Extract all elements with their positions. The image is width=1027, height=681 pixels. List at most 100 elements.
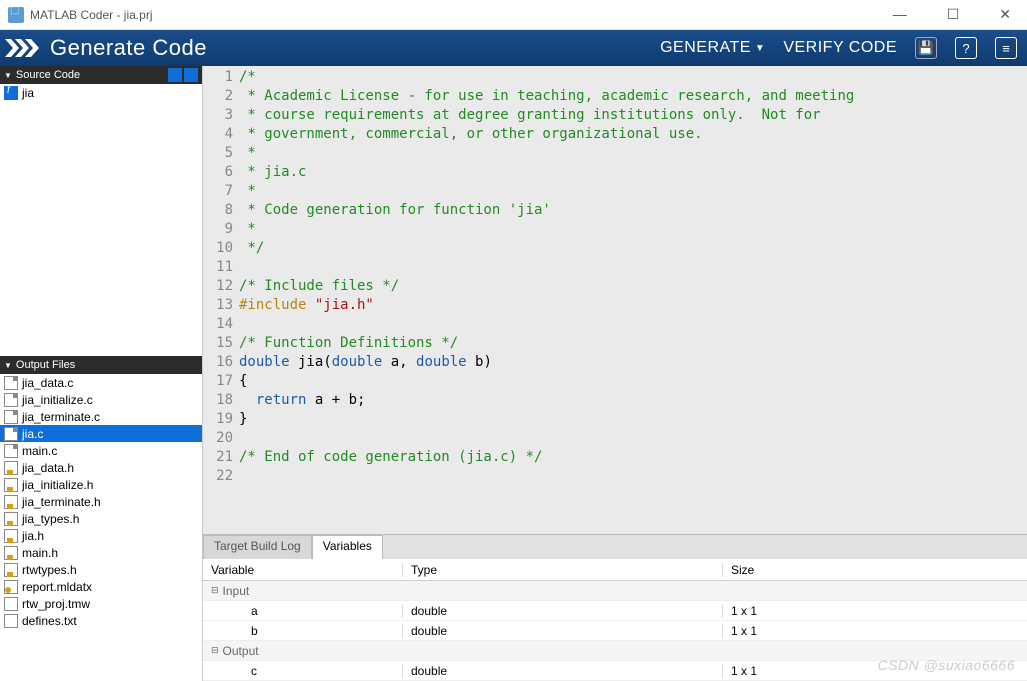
file-name: jia_data.h	[22, 461, 74, 475]
window-titlebar: MATLAB Coder - jia.prj — ☐ ✕	[0, 0, 1027, 30]
file-name: jia_initialize.c	[22, 393, 93, 407]
group-name: Output	[223, 644, 259, 658]
table-row[interactable]: bdouble1 x 1	[203, 621, 1027, 641]
file-name: jia_data.c	[22, 376, 73, 390]
collapse-toggle-icon[interactable]: ⊟	[211, 585, 219, 596]
close-button[interactable]: ✕	[991, 6, 1019, 23]
file-icon	[4, 461, 18, 475]
cell-size: 1 x 1	[723, 624, 1027, 638]
main-content: ▼ Source Code jia ▼ Output Files jia_dat…	[0, 66, 1027, 681]
page-title: Generate Code	[50, 35, 207, 61]
file-item[interactable]: defines.txt	[0, 612, 202, 629]
file-item[interactable]: jia_data.h	[0, 459, 202, 476]
file-name: jia_initialize.h	[22, 478, 93, 492]
menu-icon[interactable]: ≡	[995, 37, 1017, 59]
file-name: main.h	[22, 546, 58, 560]
file-item[interactable]: jia_data.c	[0, 374, 202, 391]
tab[interactable]: Variables	[312, 535, 383, 559]
minimize-button[interactable]: —	[885, 6, 915, 23]
cell-name: a	[203, 604, 403, 618]
watermark: CSDN @suxiao6666	[878, 657, 1015, 673]
column-header-variable[interactable]: Variable	[203, 563, 403, 577]
file-item[interactable]: main.c	[0, 442, 202, 459]
file-item[interactable]: jia_types.h	[0, 510, 202, 527]
help-icon[interactable]: ?	[955, 37, 977, 59]
file-icon	[4, 580, 18, 594]
table-header-row: Variable Type Size	[203, 559, 1027, 581]
file-name: main.c	[22, 444, 57, 458]
collapse-arrow-icon: ▼	[4, 71, 12, 80]
app-icon	[8, 7, 24, 23]
file-item[interactable]: jia_initialize.c	[0, 391, 202, 408]
cell-type: double	[403, 664, 723, 678]
file-name: jia_terminate.h	[22, 495, 101, 509]
file-icon	[4, 376, 18, 390]
file-item[interactable]: jia_initialize.h	[0, 476, 202, 493]
column-header-size[interactable]: Size	[723, 563, 1027, 577]
generate-button[interactable]: GENERATE ▼	[660, 39, 765, 57]
file-name: jia	[22, 86, 34, 100]
group-name: Input	[223, 584, 250, 598]
list-view-icon[interactable]	[168, 68, 182, 82]
column-header-type[interactable]: Type	[403, 563, 723, 577]
file-name: jia.c	[22, 427, 43, 441]
file-item[interactable]: rtw_proj.tmw	[0, 595, 202, 612]
file-name: jia_types.h	[22, 512, 79, 526]
file-item[interactable]: jia_terminate.h	[0, 493, 202, 510]
file-name: report.mldatx	[22, 580, 92, 594]
code-editor[interactable]: 12345678910111213141516171819202122 /* *…	[203, 66, 1027, 534]
file-icon	[4, 410, 18, 424]
file-item[interactable]: report.mldatx	[0, 578, 202, 595]
right-panel: 12345678910111213141516171819202122 /* *…	[202, 66, 1027, 681]
file-item[interactable]: jia.h	[0, 527, 202, 544]
file-icon	[4, 597, 18, 611]
verify-code-button[interactable]: VERIFY CODE	[783, 39, 897, 57]
file-icon	[4, 427, 18, 441]
cell-name: b	[203, 624, 403, 638]
output-files-panel-title: Output Files	[16, 359, 75, 371]
code-content[interactable]: /* * Academic License - for use in teach…	[239, 68, 1027, 534]
source-code-panel-header[interactable]: ▼ Source Code	[0, 66, 202, 84]
file-icon	[4, 512, 18, 526]
file-icon	[4, 478, 18, 492]
file-icon	[4, 444, 18, 458]
tab[interactable]: Target Build Log	[203, 535, 312, 559]
collapse-toggle-icon[interactable]: ⊟	[211, 645, 219, 656]
file-name: defines.txt	[22, 614, 77, 628]
file-icon	[4, 393, 18, 407]
tree-view-icon[interactable]	[184, 68, 198, 82]
window-title: MATLAB Coder - jia.prj	[30, 8, 152, 22]
chevron-down-icon: ▼	[755, 43, 765, 54]
cell-name: c	[203, 664, 403, 678]
file-item[interactable]: jia	[0, 84, 202, 101]
cell-type: double	[403, 624, 723, 638]
file-item[interactable]: jia.c	[0, 425, 202, 442]
save-icon[interactable]: 💾	[915, 37, 937, 59]
left-panel: ▼ Source Code jia ▼ Output Files jia_dat…	[0, 66, 202, 681]
file-name: jia.h	[22, 529, 44, 543]
file-item[interactable]: main.h	[0, 544, 202, 561]
header-bar: Generate Code GENERATE ▼ VERIFY CODE 💾 ?…	[0, 30, 1027, 66]
file-name: jia_terminate.c	[22, 410, 100, 424]
file-icon	[4, 546, 18, 560]
table-row[interactable]: adouble1 x 1	[203, 601, 1027, 621]
source-code-panel-title: Source Code	[16, 69, 80, 81]
maximize-button[interactable]: ☐	[939, 6, 968, 23]
file-item[interactable]: rtwtypes.h	[0, 561, 202, 578]
file-name: rtwtypes.h	[22, 563, 77, 577]
output-files-panel-header[interactable]: ▼ Output Files	[0, 356, 202, 374]
output-file-list: jia_data.c jia_initialize.c jia_terminate.…	[0, 374, 202, 681]
line-number-gutter: 12345678910111213141516171819202122	[203, 68, 239, 534]
file-icon	[4, 495, 18, 509]
chevron-logo-icon	[0, 39, 50, 57]
cell-size: 1 x 1	[723, 604, 1027, 618]
file-name: rtw_proj.tmw	[22, 597, 90, 611]
source-file-list: jia	[0, 84, 202, 356]
file-icon	[4, 614, 18, 628]
file-icon	[4, 86, 18, 100]
tab-row: Target Build LogVariables	[203, 535, 1027, 559]
file-item[interactable]: jia_terminate.c	[0, 408, 202, 425]
variable-group-header[interactable]: ⊟ Input	[203, 581, 1027, 601]
file-icon	[4, 529, 18, 543]
collapse-arrow-icon: ▼	[4, 361, 12, 370]
